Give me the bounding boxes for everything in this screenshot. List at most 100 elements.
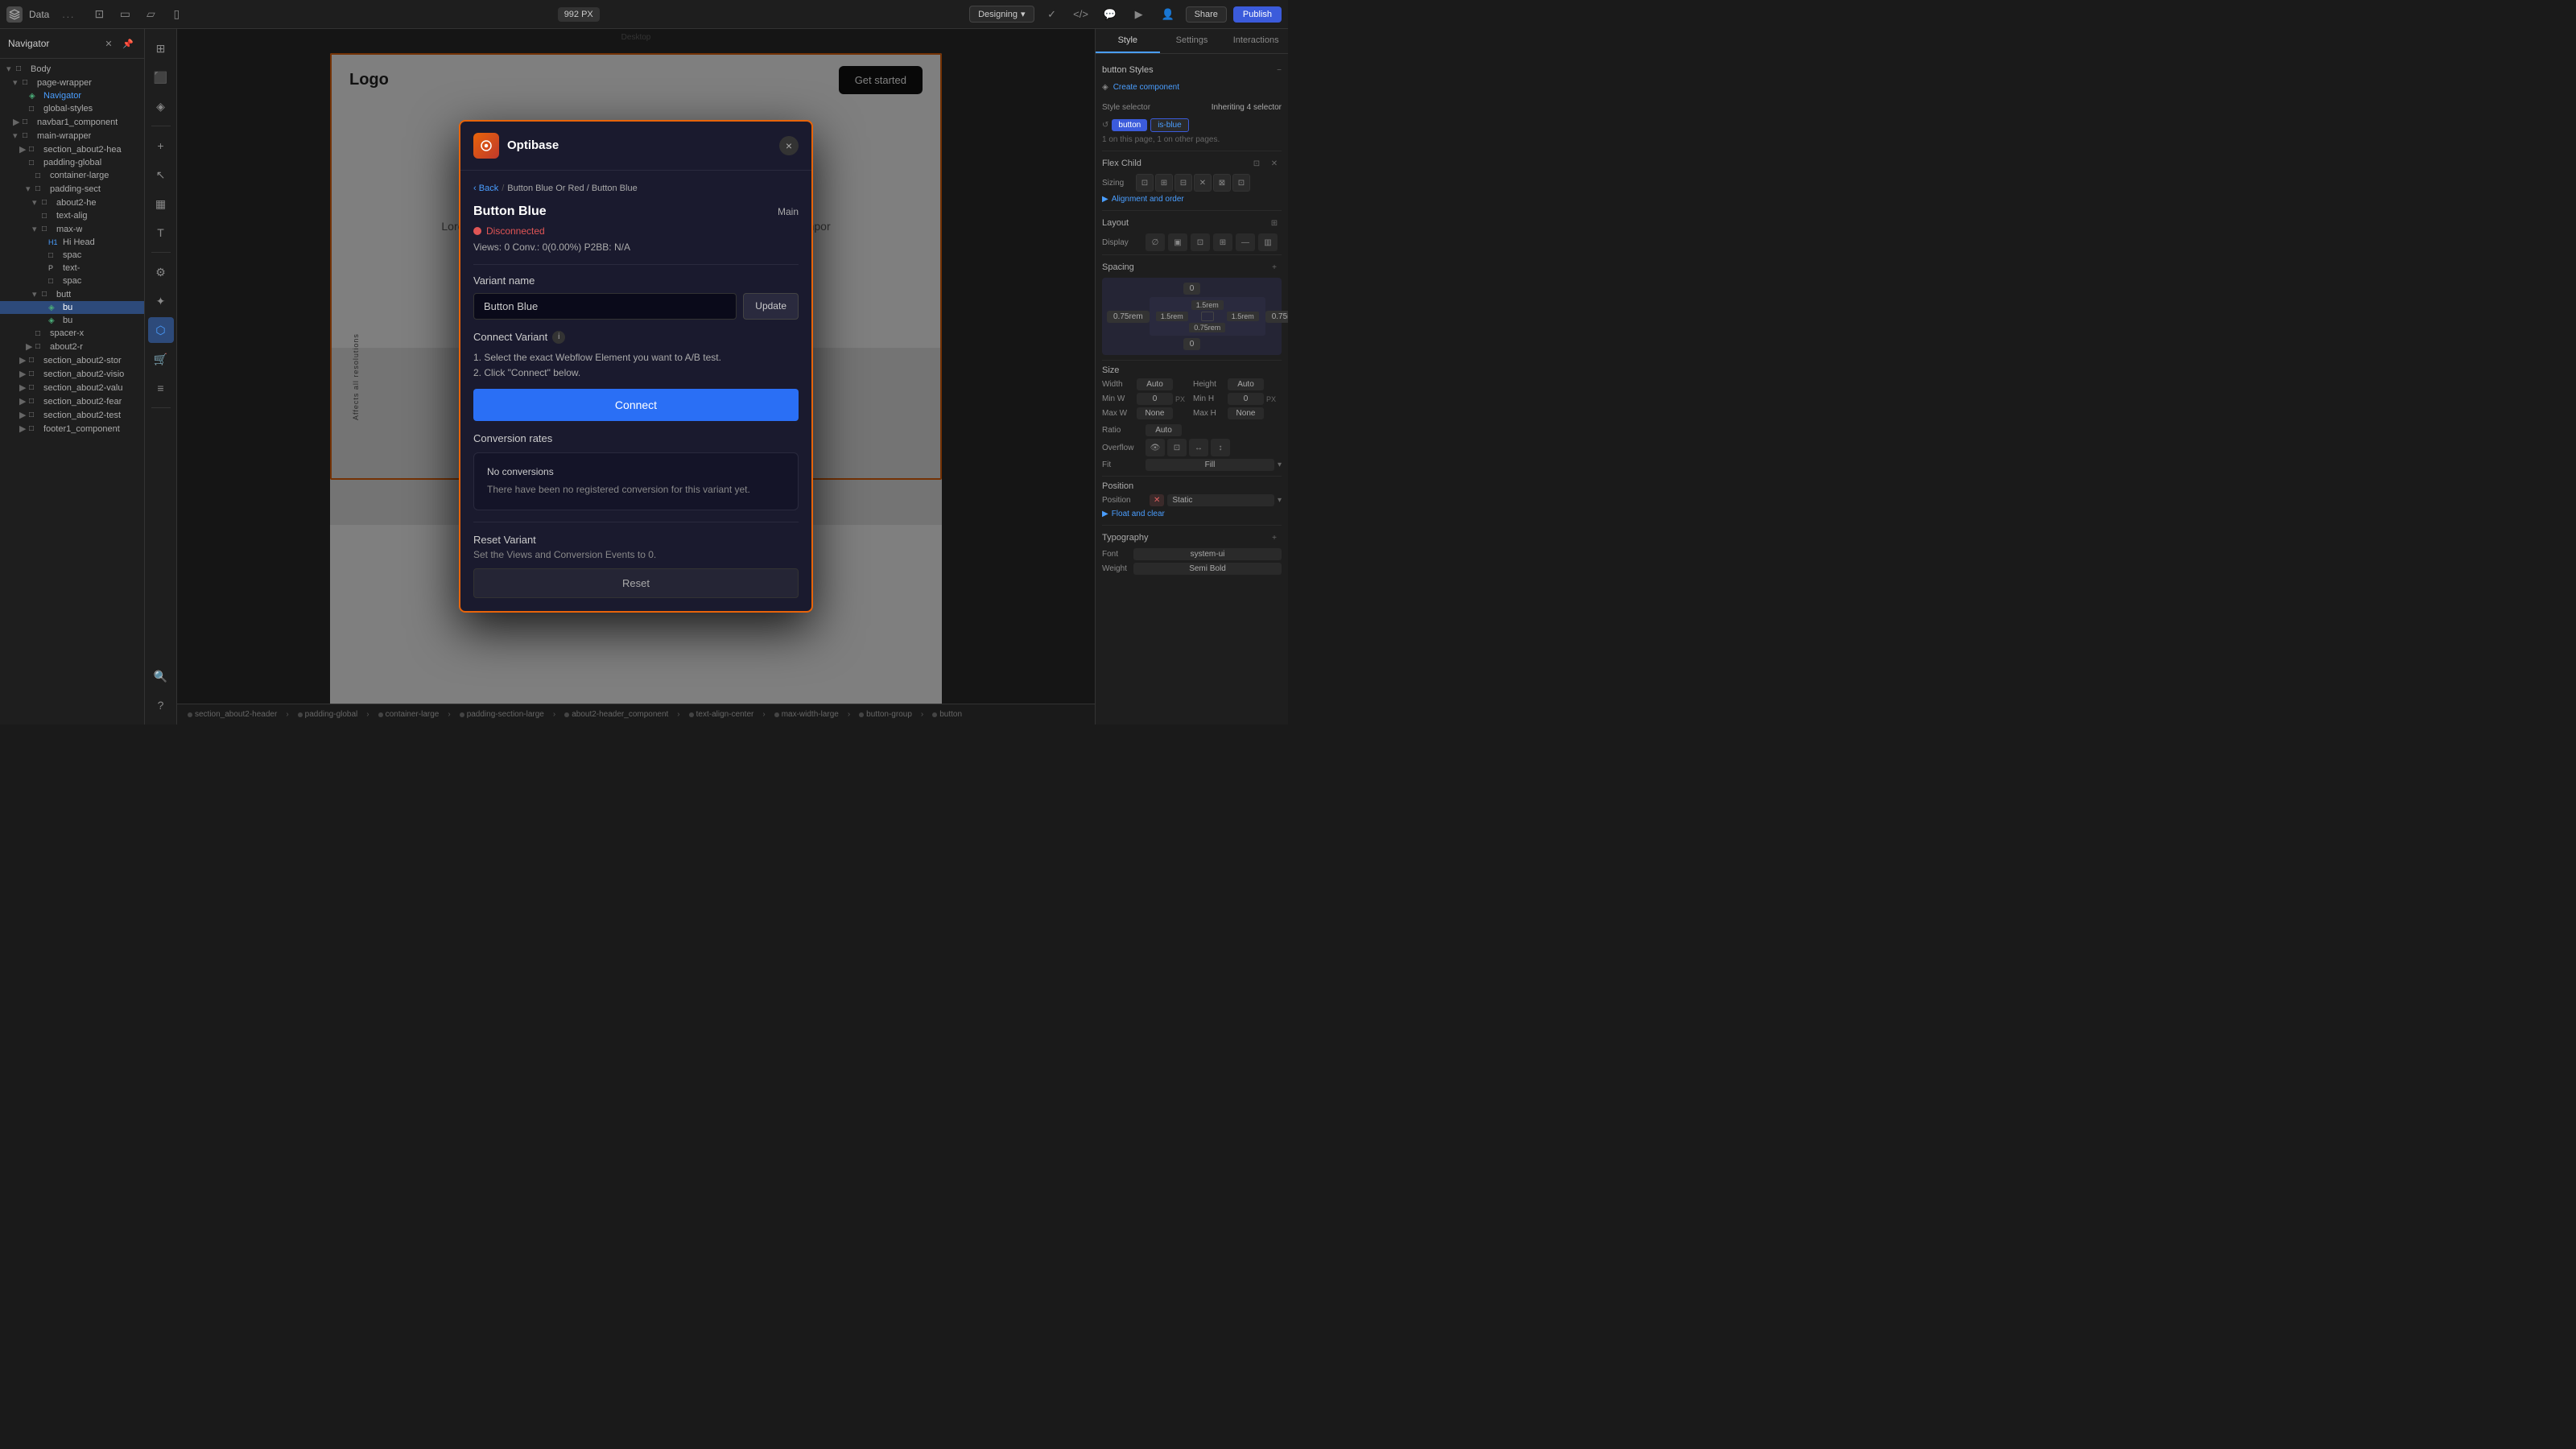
spacing-right-val[interactable]: 0.75rem xyxy=(1265,311,1288,323)
tab-style[interactable]: Style xyxy=(1096,29,1160,53)
spacing-bottom-val[interactable]: 0 xyxy=(1183,338,1201,350)
height-val[interactable]: Auto xyxy=(1228,378,1264,390)
tree-item-section-header[interactable]: ▶ □ section_about2-hea xyxy=(0,142,144,156)
ecommerce-icon[interactable]: 🛒 xyxy=(148,346,174,372)
font-weight-val[interactable]: Semi Bold xyxy=(1133,563,1282,575)
expand-icon[interactable]: ⊡ xyxy=(88,3,110,26)
play-icon[interactable]: ▶ xyxy=(1128,3,1150,26)
max-w-val[interactable]: None xyxy=(1137,407,1173,419)
tree-item-global-styles[interactable]: ◈ Navigator xyxy=(0,89,144,102)
sizing-btn-1[interactable]: ⊡ xyxy=(1136,174,1154,192)
breadcrumb-section-about2-header[interactable]: section_about2-header xyxy=(184,708,281,720)
pad-right-val[interactable]: 1.5rem xyxy=(1227,312,1259,321)
display-grid-btn[interactable]: ⊞ xyxy=(1213,233,1232,251)
min-w-val[interactable]: 0 xyxy=(1137,393,1173,405)
display-block-btn[interactable]: ▣ xyxy=(1168,233,1187,251)
tree-item-about2-he[interactable]: ▾ □ about2-he xyxy=(0,196,144,209)
checkmark-icon[interactable]: ✓ xyxy=(1041,3,1063,26)
display-inline-block-btn[interactable]: ▥ xyxy=(1258,233,1278,251)
sizing-btn-5[interactable]: ⊡ xyxy=(1232,174,1250,192)
typography-expand-icon[interactable]: + xyxy=(1267,530,1282,545)
chat-icon[interactable]: 💬 xyxy=(1099,3,1121,26)
overflow-scroll-btn[interactable]: ↕ xyxy=(1211,439,1230,456)
spacing-expand-icon[interactable]: + xyxy=(1267,260,1282,275)
sizing-btn-2[interactable]: ⊞ xyxy=(1155,174,1173,192)
close-icon[interactable]: ✕ xyxy=(101,35,117,52)
tree-item-spacer-x[interactable]: □ spacer-x xyxy=(0,327,144,340)
min-h-val[interactable]: 0 xyxy=(1228,393,1264,405)
overflow-visible-btn[interactable]: 👁 xyxy=(1146,439,1165,456)
tree-item-section-fear[interactable]: ▶ □ section_about2-fear xyxy=(0,394,144,408)
style-icon[interactable]: ✦ xyxy=(148,288,174,314)
update-button[interactable]: Update xyxy=(743,293,799,320)
cursor-icon[interactable]: ↖ xyxy=(148,162,174,188)
search-icon[interactable]: 🔍 xyxy=(148,663,174,689)
pad-bottom-val[interactable]: 0.75rem xyxy=(1189,323,1225,332)
tree-item-body[interactable]: ▾ □ Body xyxy=(0,62,144,76)
share-button[interactable]: Share xyxy=(1186,6,1227,23)
cms-icon[interactable]: ≡ xyxy=(148,375,174,401)
sizing-btn-4[interactable]: ⊠ xyxy=(1213,174,1231,192)
code-icon[interactable]: </> xyxy=(1070,3,1092,26)
type-icon[interactable]: T xyxy=(148,220,174,246)
tree-item-page-wrapper[interactable]: ▾ □ page-wrapper xyxy=(0,76,144,89)
tree-item-global-styles-2[interactable]: □ global-styles xyxy=(0,102,144,115)
assets-icon[interactable]: ⬛ xyxy=(148,64,174,90)
mobile-icon[interactable]: ▯ xyxy=(165,3,188,26)
tree-item-head[interactable]: H1 Hi Head xyxy=(0,236,144,249)
position-type-val[interactable]: Static xyxy=(1167,494,1274,506)
overflow-hide-btn[interactable]: ⊡ xyxy=(1167,439,1187,456)
plugin-icon[interactable]: ⬡ xyxy=(148,317,174,343)
tree-item-bu2[interactable]: ◈ bu xyxy=(0,314,144,327)
tree-item-max-w[interactable]: ▾ □ max-w xyxy=(0,222,144,236)
modal-close-button[interactable]: × xyxy=(779,136,799,155)
help-icon[interactable]: ? xyxy=(148,692,174,718)
components-icon[interactable]: ◈ xyxy=(148,93,174,119)
reset-button[interactable]: Reset xyxy=(473,568,799,598)
tree-item-container-large[interactable]: □ container-large xyxy=(0,169,144,182)
webflow-logo[interactable] xyxy=(6,6,23,23)
info-icon[interactable]: i xyxy=(552,331,565,344)
tree-item-section-test[interactable]: ▶ □ section_about2-test xyxy=(0,408,144,422)
tablet-icon[interactable]: ▱ xyxy=(139,3,162,26)
layout-expand-icon[interactable]: ⊞ xyxy=(1267,216,1282,230)
tree-item-spac1[interactable]: □ spac xyxy=(0,249,144,262)
breadcrumb-container-large[interactable]: container-large xyxy=(374,708,444,720)
layout-icon[interactable]: ▦ xyxy=(148,191,174,217)
float-clear-row[interactable]: ▶ Float and clear xyxy=(1102,510,1282,518)
breadcrumb-button[interactable]: button xyxy=(928,708,966,720)
pin-icon[interactable]: 📌 xyxy=(120,35,136,52)
pad-left-val[interactable]: 1.5rem xyxy=(1156,312,1188,321)
breadcrumb-text-align-center[interactable]: text-align-center xyxy=(685,708,758,720)
spacing-top-val[interactable]: 0 xyxy=(1183,283,1201,295)
alignment-order-row[interactable]: ▶ Alignment and order xyxy=(1102,195,1282,204)
tree-item-padding-global[interactable]: □ padding-global xyxy=(0,156,144,169)
publish-button[interactable]: Publish xyxy=(1233,6,1282,23)
position-x-badge[interactable]: ✕ xyxy=(1150,494,1164,506)
mode-toggle[interactable]: Designing ▾ xyxy=(969,6,1034,23)
display-none-btn[interactable]: ∅ xyxy=(1146,233,1165,251)
tree-item-text-alig[interactable]: □ text-alig xyxy=(0,209,144,222)
breadcrumb-button-group[interactable]: button-group xyxy=(855,708,916,720)
fit-val[interactable]: Fill xyxy=(1146,459,1274,471)
badge-is-blue[interactable]: is-blue xyxy=(1150,118,1188,132)
tree-item-section-visio[interactable]: ▶ □ section_about2-visio xyxy=(0,367,144,381)
tree-item-padding-sect[interactable]: ▾ □ padding-sect xyxy=(0,182,144,196)
create-component-link[interactable]: Create component xyxy=(1113,83,1179,92)
font-val[interactable]: system-ui xyxy=(1133,548,1282,560)
reset-icon[interactable]: ↺ xyxy=(1102,121,1108,130)
tree-item-navbar[interactable]: ▶ □ navbar1_component xyxy=(0,115,144,129)
tree-item-spac2[interactable]: □ spac xyxy=(0,275,144,287)
tree-item-section-valu[interactable]: ▶ □ section_about2-valu xyxy=(0,381,144,394)
breadcrumb-padding-global[interactable]: padding-global xyxy=(294,708,362,720)
max-h-val[interactable]: None xyxy=(1228,407,1264,419)
desktop-icon[interactable]: ▭ xyxy=(114,3,136,26)
expand-section-icon[interactable]: ⊡ xyxy=(1249,156,1264,171)
variant-name-input[interactable] xyxy=(473,293,737,320)
badge-button[interactable]: button xyxy=(1112,119,1147,131)
overflow-scroll-x-btn[interactable]: ↔ xyxy=(1189,439,1208,456)
settings-icon[interactable]: ⚙ xyxy=(148,259,174,285)
more-options[interactable]: ... xyxy=(62,9,75,20)
tree-item-main-wrapper[interactable]: ▾ □ main-wrapper xyxy=(0,129,144,142)
breadcrumb-max-width-large[interactable]: max-width-large xyxy=(770,708,843,720)
